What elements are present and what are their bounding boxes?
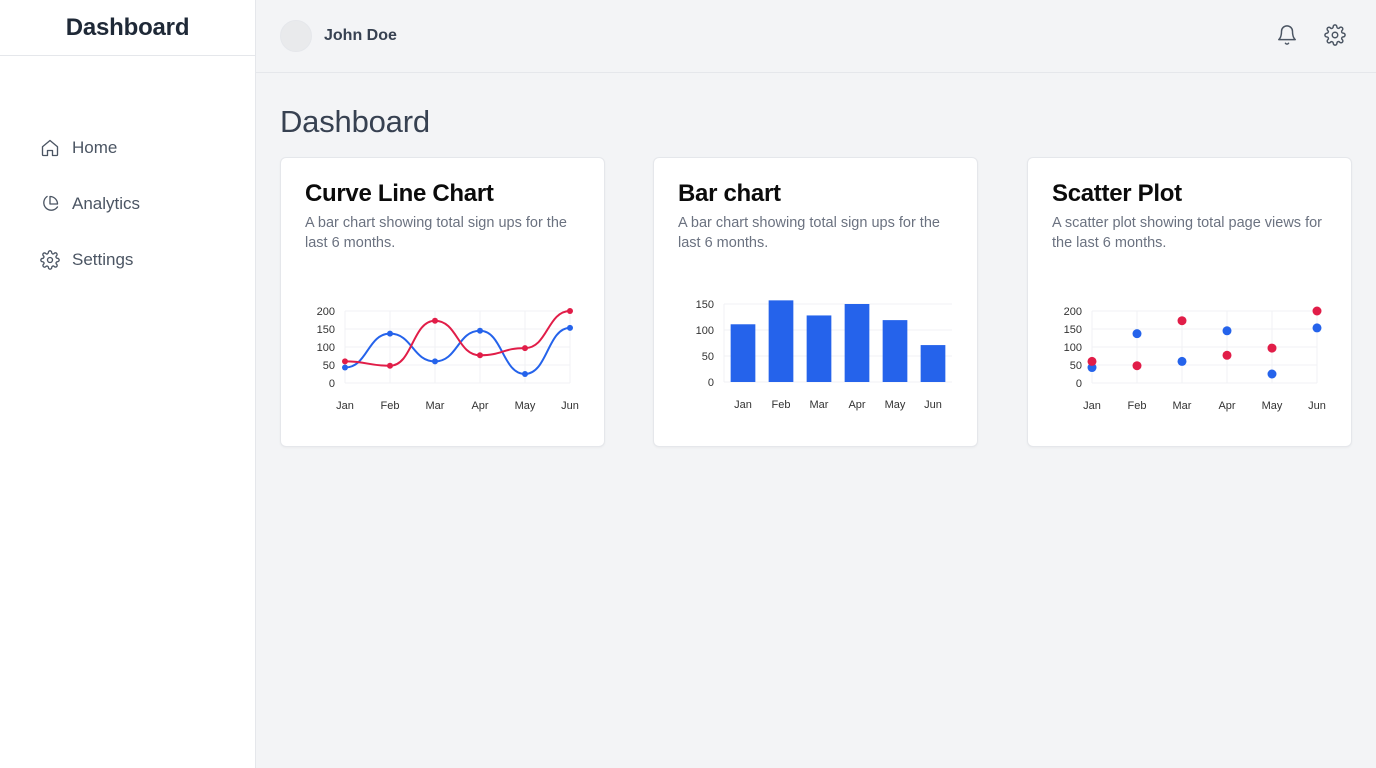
data-point [522, 345, 528, 352]
user-name: John Doe [324, 27, 397, 44]
data-point [1132, 329, 1142, 339]
x-tick-label: Apr [848, 399, 865, 411]
x-tick-label: May [1262, 400, 1283, 412]
y-tick-label: 150 [317, 324, 335, 336]
sidebar-item-label: Analytics [72, 194, 141, 213]
data-point [1222, 326, 1232, 336]
data-point [522, 371, 528, 377]
sidebar-item-label: Settings [72, 250, 134, 269]
data-point [477, 352, 483, 359]
series-line [344, 326, 571, 376]
bell-icon [1278, 25, 1296, 45]
data-point [342, 358, 348, 365]
data-point [1177, 356, 1187, 366]
y-tick-label: 200 [1064, 306, 1082, 318]
bar [768, 300, 794, 382]
data-point [432, 358, 438, 365]
y-tick-label: 50 [702, 351, 714, 363]
bar [920, 345, 946, 382]
data-point [1312, 323, 1322, 333]
x-tick-label: Jan [336, 400, 354, 412]
bar-chart: 0 50 100 150 Jan Feb Mar Apr May Jun [696, 299, 952, 411]
pie-chart-icon [43, 195, 59, 211]
x-tick-label: Feb [772, 399, 791, 411]
x-tick-label: Apr [1218, 400, 1235, 412]
data-point [477, 327, 483, 334]
data-point [1222, 350, 1232, 360]
sidebar-nav: Home Analytics Settings [0, 120, 255, 288]
x-tick-label: May [515, 400, 536, 412]
data-point [387, 362, 393, 369]
gear-icon [1324, 24, 1346, 46]
bar [730, 324, 756, 382]
header-actions [1276, 24, 1348, 48]
x-tick-label: Jun [924, 399, 942, 411]
y-tick-label: 0 [708, 377, 714, 389]
page-title: Dashboard [280, 104, 430, 139]
line-chart-card: Curve Line Chart A bar chart showing tot… [280, 157, 605, 447]
sidebar-item-settings[interactable]: Settings [0, 232, 255, 288]
y-tick-label: 150 [696, 299, 714, 311]
data-point [1267, 369, 1277, 379]
y-tick-label: 0 [329, 378, 335, 390]
scatter-chart-card: Scatter Plot A scatter plot showing tota… [1027, 157, 1352, 447]
data-point [1177, 316, 1187, 326]
settings-button[interactable] [1324, 24, 1348, 48]
y-tick-label: 200 [317, 306, 335, 318]
data-point [567, 324, 573, 331]
gear-icon [40, 250, 60, 270]
data-point [1312, 306, 1322, 316]
x-tick-label: Feb [1128, 400, 1147, 412]
x-tick-label: Mar [1173, 400, 1192, 412]
x-tick-label: Mar [810, 399, 829, 411]
y-tick-label: 0 [1076, 378, 1082, 390]
x-tick-label: Jan [734, 399, 752, 411]
data-point [1267, 343, 1277, 353]
y-tick-label: 100 [1064, 342, 1082, 354]
x-tick-label: May [885, 399, 906, 411]
x-tick-label: Feb [381, 400, 400, 412]
sidebar-item-label: Home [72, 138, 118, 157]
data-point [387, 330, 393, 337]
x-tick-label: Apr [471, 400, 488, 412]
data-point [1087, 356, 1097, 366]
y-tick-label: 150 [1064, 324, 1082, 336]
y-tick-label: 100 [317, 342, 335, 354]
x-tick-label: Jun [1308, 400, 1326, 412]
line-chart: 0 50 100 150 200 Jan Feb Mar Apr May Jun [317, 306, 579, 412]
sidebar-item-analytics[interactable]: Analytics [0, 176, 255, 232]
home-icon [41, 139, 59, 157]
sidebar-item-home[interactable]: Home [0, 120, 255, 176]
top-bar: John Doe [256, 0, 1376, 73]
data-point [432, 317, 438, 324]
bar-chart-card: Bar chart A bar chart showing total sign… [653, 157, 978, 447]
x-tick-label: Jun [561, 400, 579, 412]
data-point [567, 308, 573, 314]
bar [806, 315, 832, 382]
scatter-chart: 0 50 100 150 200 Jan Feb Mar Apr May Jun [1064, 306, 1326, 412]
y-tick-label: 50 [1070, 360, 1082, 372]
data-point [342, 364, 348, 371]
avatar[interactable] [280, 20, 312, 52]
y-tick-label: 50 [323, 360, 335, 372]
x-tick-label: Jan [1083, 400, 1101, 412]
x-tick-label: Mar [426, 400, 445, 412]
bar [882, 320, 908, 382]
notifications-button[interactable] [1276, 24, 1300, 48]
sidebar-brand: Dashboard [0, 0, 255, 56]
sidebar: Dashboard Home Analytics Settings [0, 0, 256, 768]
bar [844, 304, 870, 382]
y-tick-label: 100 [696, 325, 714, 337]
data-point [1132, 361, 1142, 371]
